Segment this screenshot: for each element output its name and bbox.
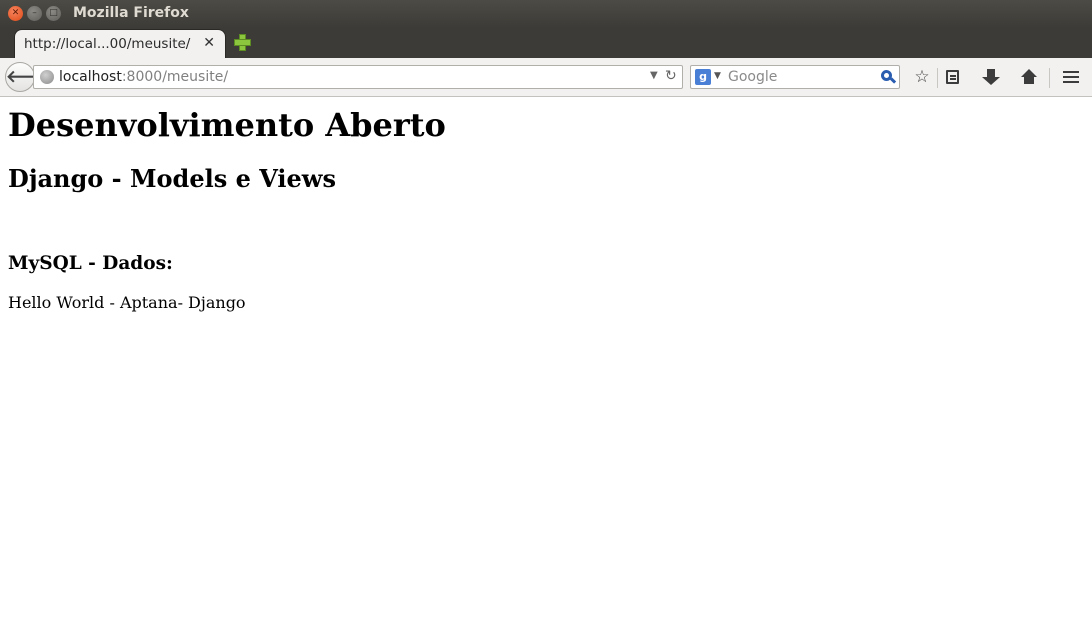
search-bar[interactable]: g ▼ Google [690,65,900,89]
url-text[interactable]: localhost:8000/meusite/ [59,69,228,85]
minimize-icon[interactable]: – [27,6,42,21]
tab-label: http://local...00/meusite/ [24,36,191,52]
google-icon[interactable]: g [695,69,711,85]
url-path: :8000/meusite/ [121,69,229,85]
url-host: localhost [59,69,122,85]
new-tab-icon[interactable] [233,33,251,51]
page-title: Desenvolvimento Aberto [8,106,446,144]
search-engine-dropdown-icon[interactable]: ▼ [714,71,721,81]
back-arrow-icon[interactable]: 🡐 [5,62,52,92]
page-subtitle: Django - Models e Views [8,164,336,193]
toolbar-separator [937,68,938,88]
globe-icon [40,70,54,84]
url-bar[interactable]: localhost:8000/meusite/ ▼ ↻ [33,65,683,89]
search-placeholder[interactable]: Google [728,69,777,85]
tab-strip: http://local...00/meusite/ ✕ [0,28,1092,58]
data-paragraph: Hello World - Aptana- Django [8,293,246,312]
bookmark-star-icon[interactable]: ☆ [911,66,933,88]
download-icon[interactable] [980,66,1002,88]
page-content: Desenvolvimento Aberto Django - Models e… [0,98,1092,629]
menu-icon[interactable] [1060,66,1082,88]
chevron-down-icon[interactable]: ▼ [650,70,658,81]
toolbar-separator [1049,68,1050,88]
window-titlebar: ✕ – □ Mozilla Firefox [0,0,1092,28]
search-icon[interactable] [880,69,897,85]
tab-close-icon[interactable]: ✕ [203,35,215,51]
tab-meusite[interactable]: http://local...00/meusite/ ✕ [14,29,226,58]
navigation-toolbar: 🡐 localhost:8000/meusite/ ▼ ↻ g ▼ Google… [0,58,1092,97]
window-title: Mozilla Firefox [73,5,189,21]
reading-list-icon[interactable] [942,66,964,88]
reload-icon[interactable]: ↻ [665,68,677,84]
home-icon[interactable] [1018,66,1040,88]
close-icon[interactable]: ✕ [8,6,23,21]
maximize-icon[interactable]: □ [46,6,61,21]
section-heading: MySQL - Dados: [8,253,173,274]
